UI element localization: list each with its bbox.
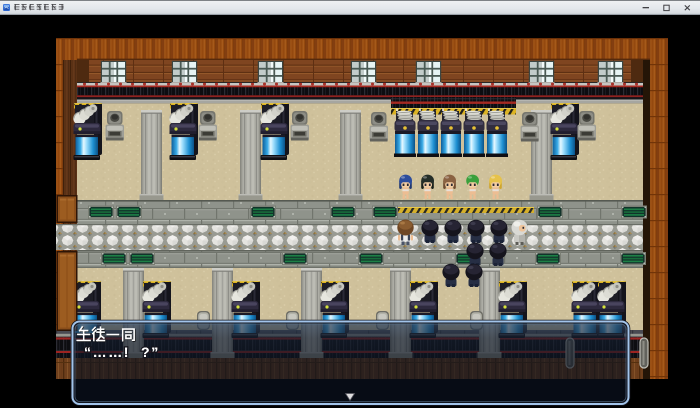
svg-text:“……! ?”: “……! ?” [84,344,160,360]
